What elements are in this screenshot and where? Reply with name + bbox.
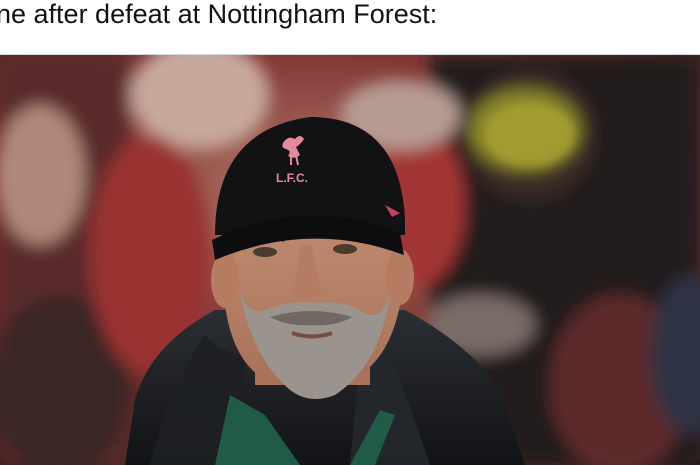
photo-illustration: L.F.C. bbox=[0, 55, 700, 465]
tweet-text: ne after defeat at Nottingham Forest: bbox=[0, 0, 700, 55]
cap-crest-text: L.F.C. bbox=[276, 171, 308, 185]
tweet-photo[interactable]: L.F.C. bbox=[0, 55, 700, 465]
tweet-caption: ne after defeat at Nottingham Forest: bbox=[0, 0, 438, 29]
yellow-print-blur bbox=[485, 103, 575, 167]
